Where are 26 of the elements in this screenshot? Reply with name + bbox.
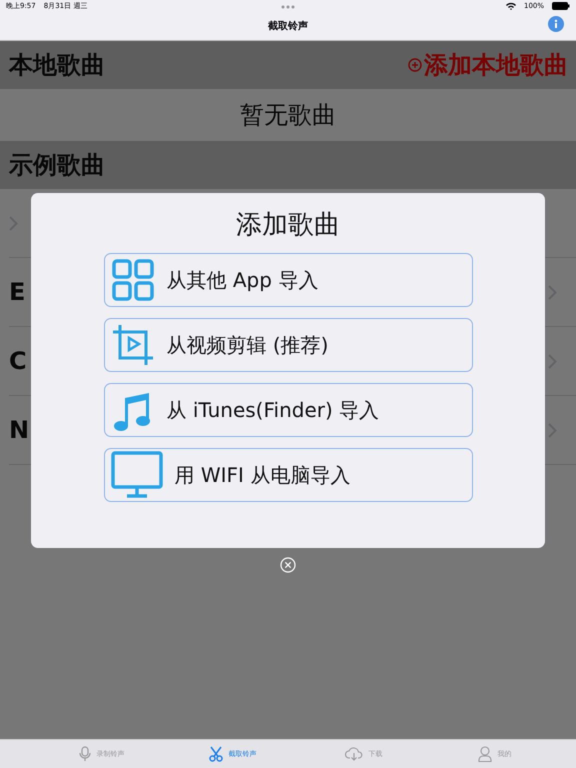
crop-play-icon <box>110 323 154 367</box>
nav-title: 截取铃声 <box>268 20 308 33</box>
info-button[interactable] <box>548 16 564 32</box>
monitor-icon <box>110 451 162 499</box>
add-circle-icon <box>408 58 422 72</box>
add-local-song-link[interactable]: 添加本地歌曲 <box>408 49 568 81</box>
cloud-download-icon <box>344 747 362 761</box>
song-title: N <box>9 416 30 444</box>
section-title: 本地歌曲 <box>9 50 105 81</box>
import-option-button[interactable]: 从其他 App 导入 <box>104 253 472 307</box>
song-title: C <box>9 347 27 375</box>
microphone-icon <box>78 746 90 762</box>
import-option-button[interactable]: 从视频剪辑 (推荐) <box>104 318 472 372</box>
import-option-button[interactable]: 用 WIFI 从电脑导入 <box>104 448 472 502</box>
wifi-icon <box>506 2 516 10</box>
close-button[interactable] <box>280 557 296 573</box>
more-dots-icon <box>281 5 295 9</box>
import-option-button[interactable]: 从 iTunes(Finder) 导入 <box>104 383 472 437</box>
battery-icon <box>552 2 570 10</box>
section-title: 示例歌曲 <box>9 150 105 181</box>
grid-icon <box>110 258 154 302</box>
empty-message: 暂无歌曲 <box>240 100 336 131</box>
song-title: E <box>9 278 26 306</box>
person-icon <box>478 746 492 762</box>
scissors-icon <box>208 746 222 762</box>
dialog-title: 添加歌曲 <box>236 209 340 242</box>
